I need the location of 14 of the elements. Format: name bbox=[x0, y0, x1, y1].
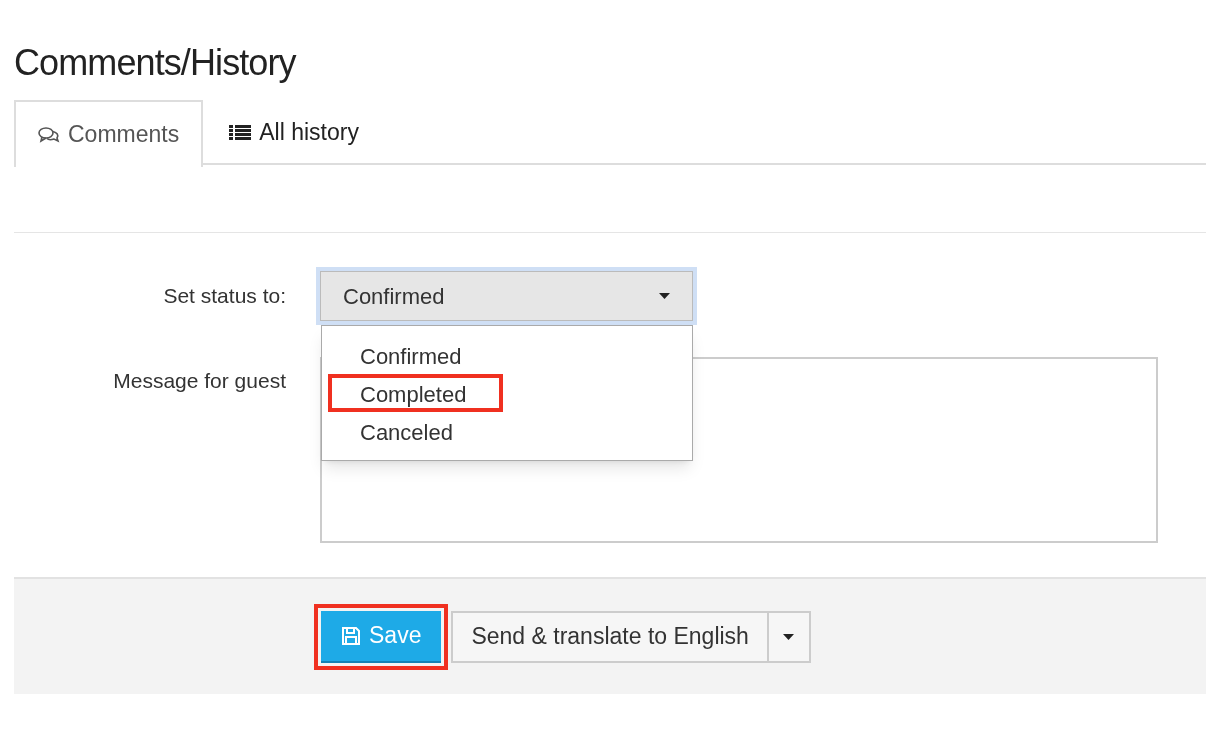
tab[interactable]: All history bbox=[203, 100, 385, 165]
field-label: Set status to: bbox=[162, 283, 286, 309]
speech-bubbles-icon bbox=[38, 125, 60, 144]
dropdown-option[interactable]: Canceled bbox=[328, 412, 485, 450]
dropdown-option[interactable]: Completed bbox=[328, 374, 503, 412]
page-heading: Comments/History bbox=[14, 41, 298, 85]
list-icon bbox=[229, 124, 252, 141]
field-label: Message for guest bbox=[112, 368, 286, 394]
tab[interactable]: Comments bbox=[14, 100, 204, 167]
dropdown-option[interactable]: Confirmed bbox=[328, 336, 494, 374]
caret-icon bbox=[783, 633, 795, 640]
send-translate-button[interactable]: Send & translate to English bbox=[451, 610, 769, 663]
more-options-button[interactable] bbox=[768, 610, 811, 663]
caret-icon bbox=[659, 293, 670, 299]
